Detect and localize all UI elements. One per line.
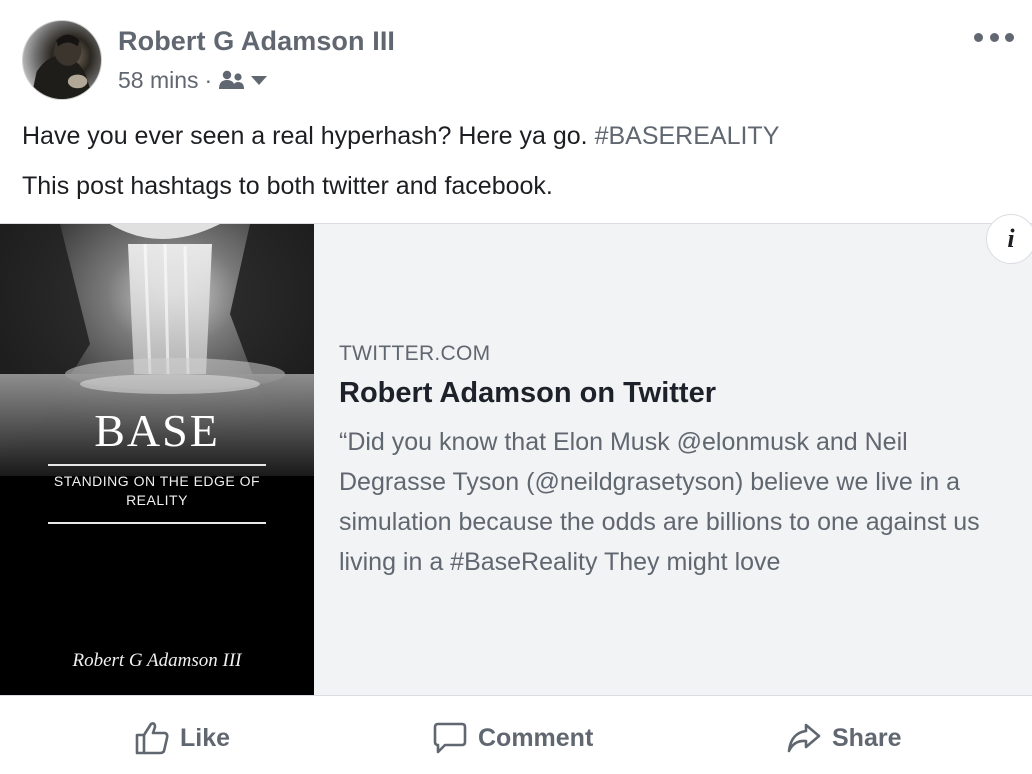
author-name[interactable]: Robert G Adamson III [118,26,395,57]
share-button[interactable]: Share [786,716,901,760]
cover-subtitle: STANDING ON THE EDGE OF REALITY [53,473,261,508]
post-actions-bar: Like Comment Share [0,706,1032,772]
book-cover-image[interactable]: BASE STANDING ON THE EDGE OF REALITY Rob… [0,224,314,695]
comment-label: Comment [478,723,594,752]
hashtag-link[interactable]: #BASEREALITY [595,122,780,150]
share-label: Share [832,723,902,752]
more-dots-icon [974,32,983,42]
comment-bubble-icon [433,722,467,754]
like-button[interactable]: Like [134,716,230,760]
friends-icon [219,70,245,89]
post-text-line-2: This post hashtags to both twitter and f… [22,172,553,200]
more-dot [1005,32,1014,42]
thumbs-up-icon [135,722,169,755]
more-options-button[interactable] [974,26,1014,48]
link-preview-card[interactable]: BASE STANDING ON THE EDGE OF REALITY Rob… [0,214,1032,696]
link-domain: TWITTER.COM [339,342,491,365]
more-dot [989,32,999,42]
like-label: Like [180,723,231,752]
meta-separator: · [204,66,213,93]
chevron-down-icon [251,76,268,85]
feed-post: Robert G Adamson III 58 mins · Have you … [0,0,1032,774]
cover-divider-top [48,464,266,466]
cover-author: Robert G Adamson III [72,650,242,671]
audience-selector[interactable] [218,69,268,91]
share-arrow-icon [787,723,821,753]
post-text: Have you ever seen a real hyperhash? Her… [22,122,595,150]
link-description: “Did you know that Elon Musk @elonmusk a… [339,428,980,576]
post-meta: 58 mins · [118,66,268,94]
post-timestamp[interactable]: 58 mins [118,67,199,94]
comment-button[interactable]: Comment [432,716,593,760]
link-title[interactable]: Robert Adamson on Twitter [339,377,716,410]
cover-title: BASE [94,405,220,456]
waterfall-image [0,224,314,695]
info-icon[interactable]: i [986,214,1032,264]
avatar[interactable] [22,20,102,100]
cover-divider-bottom [48,522,266,524]
post-text-line-1: Have you ever seen a real hyperhash? Her… [22,122,779,151]
